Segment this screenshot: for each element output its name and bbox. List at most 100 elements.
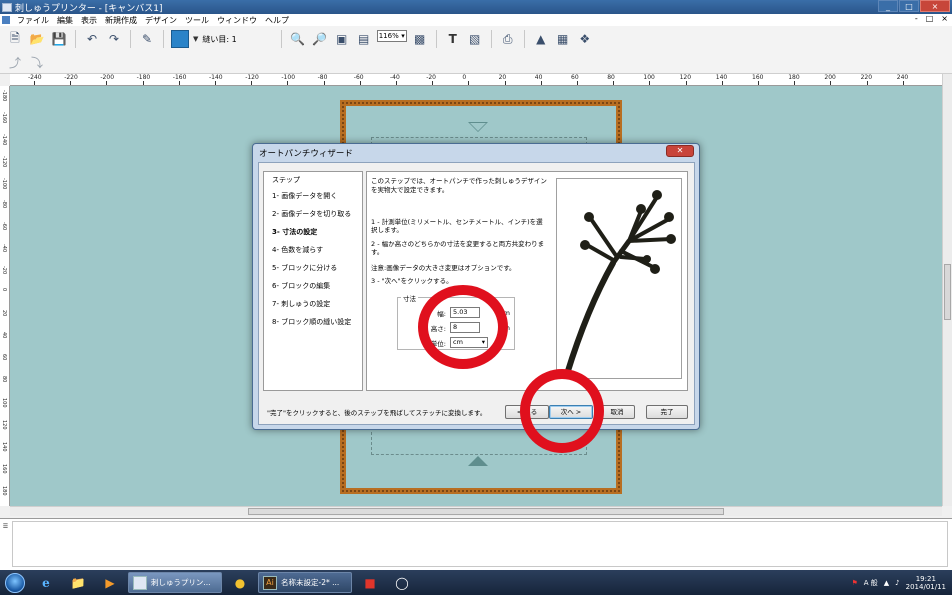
stitch-count-label: 縫い目: 1 [202, 34, 237, 44]
ruler-label: 220 [860, 74, 873, 81]
clock[interactable]: 19:21 2014/01/11 [906, 575, 946, 591]
tray-flag-icon[interactable]: ⚑ [851, 579, 857, 587]
needle-alt-icon[interactable]: ⤵ [28, 54, 46, 72]
upload-icon[interactable]: ▲ [532, 30, 550, 48]
toolbar-divider [75, 30, 76, 48]
main-toolbar: 🗎 📂 💾 ↶ ↷ ✎ ▼ 縫い目: 1 🔍 🔎 ▣ ▤ 116% ▾ ▩ T … [0, 26, 952, 52]
highlight-circle-size [418, 285, 508, 369]
ruler-label: 60 [1, 354, 7, 361]
menu-edit[interactable]: 編集 [53, 15, 77, 26]
fit-icon[interactable]: ▣ [333, 30, 351, 48]
network-icon[interactable]: ▲ [884, 579, 889, 587]
taskbar: e 📁 ▶ 刺しゅうプリン... ● Ai 名称未設定-2* ... ■ ◯ ⚑ … [0, 570, 952, 595]
ruler-label: -120 [1, 156, 7, 168]
new-file-icon[interactable]: 🗎 [6, 30, 24, 48]
needle-icon[interactable]: ⤴ [6, 54, 24, 72]
app-icon [133, 575, 147, 590]
image-preview [556, 178, 682, 379]
undo-icon[interactable]: ↶ [83, 30, 101, 48]
taskbar-app-illustrator[interactable]: Ai 名称未設定-2* ... [258, 572, 352, 593]
toolbar-divider [435, 30, 437, 48]
ruler-label: -20 [1, 266, 7, 275]
export-icon[interactable]: ▩ [411, 30, 429, 48]
ruler-label: 120 [679, 74, 692, 81]
menu-new[interactable]: 新規作成 [101, 15, 141, 26]
media-player-icon[interactable]: ▶ [94, 571, 126, 594]
ruler-label: -20 [426, 74, 436, 81]
doc-close-button[interactable]: × [941, 14, 948, 23]
start-button[interactable] [0, 570, 30, 595]
minimize-button[interactable]: _ [878, 0, 898, 12]
system-tray: ⚑ A 般 ▲ ♪ 19:21 2014/01/11 [851, 570, 952, 595]
ruler-label: -160 [1, 112, 7, 124]
maximize-button[interactable]: □ [899, 0, 919, 12]
folder-icon[interactable]: 📁 [62, 571, 94, 594]
open-folder-icon[interactable]: 📂 [28, 30, 46, 48]
document-icon [2, 16, 10, 24]
zoom-select[interactable]: 116% ▾ [376, 30, 407, 42]
cancel-button[interactable]: 取消 [599, 405, 635, 419]
instruction-3: 3 - "次へ"をクリックする。 [371, 277, 453, 285]
text-icon[interactable]: T [444, 30, 462, 48]
step-item: 2- 画像データを切り取る [272, 210, 352, 218]
steps-list: 1- 画像データを開く 2- 画像データを切り取る 3- 寸法の設定 4- 色数を減ら… [272, 191, 351, 335]
close-button[interactable]: × [920, 0, 950, 12]
ruler-tick [577, 81, 578, 85]
red-app-icon[interactable]: ■ [354, 571, 386, 594]
dialog-title: オートパンチウィザード [259, 149, 353, 159]
windows-orb-icon [5, 572, 25, 593]
taskbar-app-embroidery[interactable]: 刺しゅうプリン... [128, 572, 222, 593]
vertical-ruler: -180 -160 -140 -120 -100 -80 -60 -40 -20 0 20 40 60 8… [0, 86, 10, 506]
ruler-label: 0 [462, 74, 467, 81]
ruler-tick [359, 81, 361, 85]
chrome-icon[interactable]: ● [224, 571, 256, 594]
menu-file[interactable]: ファイル [13, 15, 53, 26]
ruler-label: 20 [1, 310, 7, 317]
hoop-bottom-marker [468, 456, 488, 466]
menu-tools[interactable]: ツール [181, 15, 213, 26]
scan-icon[interactable]: ⎙ [499, 30, 517, 48]
redo-icon[interactable]: ↷ [105, 30, 123, 48]
transform-icon[interactable]: ▧ [466, 30, 484, 48]
finish-hint: "完了"をクリックすると、後のステップを飛ばしてステッチに変換します。 [267, 409, 487, 417]
step-item: 4- 色数を減らす [272, 246, 324, 254]
menu-design[interactable]: デザイン [141, 15, 181, 26]
circle-app-icon[interactable]: ◯ [386, 571, 418, 594]
photo-icon[interactable]: ▦ [554, 30, 572, 48]
chevron-down-icon[interactable]: ▼ [193, 35, 198, 43]
ruler-label: -60 [1, 222, 7, 231]
ruler-label: -40 [1, 244, 7, 253]
finish-button[interactable]: 完了 [646, 405, 688, 419]
ruler-label: 0 [1, 288, 7, 292]
ruler-tick [34, 81, 35, 85]
volume-icon[interactable]: ♪ [895, 579, 899, 587]
doc-restore-button[interactable]: □ [926, 14, 934, 23]
ie-icon[interactable]: e [30, 571, 62, 594]
scrollbar-thumb[interactable] [248, 508, 724, 515]
tree-silhouette-image [564, 190, 676, 377]
window-titlebar: 刺しゅうプリンター - [キャンバス1] _ □ × [0, 0, 952, 14]
ruler-label: -60 [353, 74, 364, 81]
horizontal-scrollbar[interactable] [10, 506, 942, 516]
thread-color-swatch[interactable] [171, 30, 189, 48]
ruler-label: -100 [281, 74, 296, 81]
clock-time: 19:21 [915, 574, 936, 583]
step-item: 5- ブロックに分ける [272, 264, 338, 272]
menu-view[interactable]: 表示 [77, 15, 101, 26]
save-icon[interactable]: 💾 [50, 30, 68, 48]
ruler-label: -80 [317, 74, 328, 81]
ime-indicator[interactable]: A 般 [864, 578, 878, 588]
vertical-scrollbar[interactable] [942, 74, 952, 506]
pen-icon[interactable]: ✎ [138, 30, 156, 48]
actual-size-icon[interactable]: ▤ [355, 30, 373, 48]
menu-help[interactable]: ヘルプ [261, 15, 293, 26]
dialog-close-button[interactable]: ✕ [666, 145, 694, 157]
doc-minimize-button[interactable]: - [915, 14, 918, 23]
zoom-out-icon[interactable]: 🔎 [311, 30, 329, 48]
scrollbar-thumb[interactable] [944, 264, 951, 320]
illustrator-icon: Ai [263, 575, 277, 590]
menu-window[interactable]: ウィンドウ [213, 15, 261, 26]
zoom-in-icon[interactable]: 🔍 [289, 30, 307, 48]
ruler-tick [287, 81, 289, 85]
tool-icon[interactable]: ❖ [576, 30, 594, 48]
